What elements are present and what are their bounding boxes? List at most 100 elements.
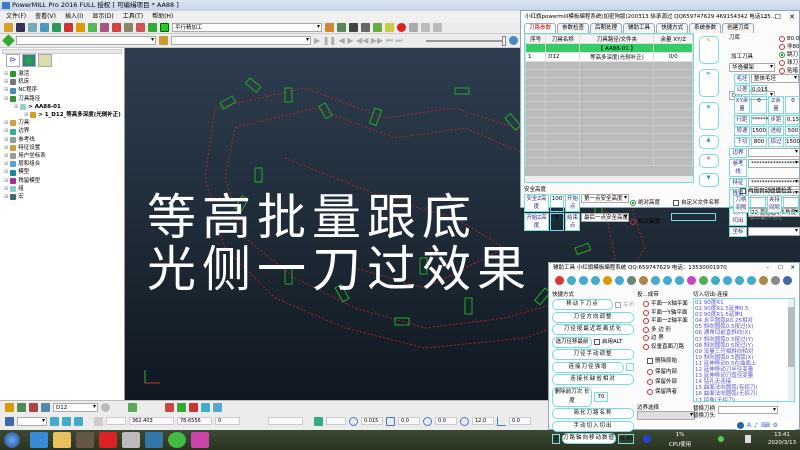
param-field[interactable]: 500 [785,126,800,136]
close-button[interactable]: ✕ [790,263,795,273]
vs-app-icon[interactable] [191,432,209,448]
expand-icon[interactable]: ⊞ [24,111,28,119]
column-header[interactable]: 刀具路径/文件夹 [579,34,655,44]
tool-type-radio[interactable]: 非80.0圆鼻刀 [779,43,800,51]
aux-tool-icon[interactable] [579,275,588,285]
leads-list[interactable]: 01 90度R1 02 90度R1.5延伸0.5 03 90度R1.5延伸1 04 水… [693,298,795,402]
table-row[interactable]: 【 AA88-01 】 [524,43,693,53]
tree-item[interactable]: ⊞ > 1_D12_等高多深度(光侧补正) [4,111,121,119]
safe-z-field[interactable]: 100 [550,194,564,212]
delete-button[interactable]: ✕ [699,154,719,168]
expand-icon[interactable]: ⊞ [4,152,8,160]
toolpath-select[interactable] [16,36,156,45]
quick-action-button[interactable]: 刀径手动调整 [552,349,634,360]
leads-list-scrollbar[interactable] [788,299,794,401]
tree-item[interactable]: ⊞ 机床 [4,78,121,86]
color-icon[interactable] [177,403,186,412]
snap-icon[interactable] [50,416,59,426]
custom-name-input[interactable] [671,213,717,221]
zoom-icon[interactable] [508,36,518,45]
delete-original-checkbox[interactable] [647,358,653,364]
aux-tool-icon[interactable] [555,275,564,285]
column-header[interactable]: 序号 [524,34,547,44]
tree-item[interactable]: ⊞ 参考线 [4,136,121,144]
pick-icon[interactable] [128,403,137,412]
panel-tab[interactable]: 系统参数 [689,23,722,33]
option-combo[interactable] [748,148,800,157]
aux-tool-icon[interactable] [771,275,780,285]
tool-library-combo[interactable]: 华逸模架 [729,63,775,72]
tree-item[interactable]: ⊞ 组 [4,185,121,193]
close-button[interactable]: ✕ [789,11,795,23]
tool-database-icon[interactable] [5,403,14,412]
flag-app-icon[interactable] [99,432,117,448]
powermill-taskbar-icon[interactable] [122,432,140,448]
strategy-combo[interactable]: 平行精加工 [172,23,322,32]
leads-icon[interactable] [88,23,97,32]
param-field[interactable]: 15000 [785,137,800,147]
window-app-icon[interactable] [145,432,163,448]
active-tool-combo[interactable]: D12 [53,403,98,412]
speed-slider[interactable] [425,35,506,46]
ime-punct-icon[interactable]: ♪ [754,422,758,429]
aux-tool-icon[interactable] [675,275,684,285]
tool-icon[interactable] [17,403,26,412]
menu-help[interactable]: 帮助(H) [152,11,173,22]
panel-tab[interactable]: 刀路参数 [524,23,557,33]
expand-icon[interactable]: ⊞ [4,127,8,135]
alt-checkbox[interactable]: 启用ALT [594,338,622,346]
network-tray-icon[interactable] [718,436,724,442]
column-header[interactable]: 刀具名称 [545,34,581,44]
replace-holder-combo[interactable] [718,406,779,414]
pattern-button[interactable]: ◈ [699,102,719,130]
aux-tool-icon[interactable] [747,275,756,285]
param-field[interactable]: 1500 [751,126,767,136]
column-header[interactable]: 余量 XY/Z [653,34,693,44]
tool-icon[interactable] [64,23,73,32]
angle-field[interactable]: 0.0 [509,417,531,425]
param-field[interactable]: 整体毛坯 [751,74,799,83]
param-field[interactable]: 0 [785,96,800,114]
explorer-icon[interactable] [53,432,71,448]
length-field[interactable]: 70 [594,391,608,402]
view-icon[interactable] [421,23,430,32]
menu-tools[interactable]: 工具(T) [123,11,143,22]
project-option-radio[interactable]: 多 边 形 [643,326,695,335]
quick-action-button[interactable]: 刀径按最近距离优化 [552,324,634,335]
aux-tool-icon[interactable] [651,275,660,285]
leads-list-item[interactable]: 17 掠角(无掠刀) [695,398,787,402]
tree-item[interactable]: ⊞ 用户坐标系 [4,152,121,160]
ie-icon[interactable] [30,432,48,448]
aux-tool-icon[interactable] [687,275,696,285]
recycle-tab-icon[interactable] [38,54,52,67]
panel-tab[interactable]: 快捷方式 [656,23,689,33]
clamp-gap-field[interactable] [783,195,799,213]
expand-icon[interactable]: ⊞ [4,185,8,193]
ime-toolbar[interactable]: A ♪ ⌨ ⚙ [735,420,797,430]
ime-logo-icon[interactable] [737,421,744,429]
table-row[interactable]: 1 D12 等高多深度(光侧补正) 0/0 [524,52,693,62]
aux-tool-icon[interactable] [663,275,672,285]
tree-item[interactable]: ⊞ NC程序 [4,86,121,94]
horizontal-scrollbar[interactable] [525,176,693,182]
minimize-button[interactable]: – [764,11,768,23]
expand-icon[interactable]: ⊞ [14,103,18,111]
expand-icon[interactable]: ⊞ [4,177,8,185]
boundary-select-combo[interactable] [637,411,695,420]
expand-icon[interactable]: ⊞ [4,95,8,103]
project-option-radio[interactable]: 平面一Y轴平面 [643,309,695,318]
aux-tool-icon[interactable] [567,275,576,285]
thickness-field[interactable]: 0.0 [398,417,420,425]
boundary-icon[interactable] [100,23,109,32]
measure-icon[interactable] [213,403,222,412]
param-field[interactable]: 0.015 [751,85,768,95]
quick-action-button[interactable]: 移动下刀点 [552,299,613,310]
ime-settings-icon[interactable]: ⚙ [773,422,778,429]
record-icon[interactable] [397,23,406,32]
green-app-icon[interactable] [168,432,186,448]
workplane-icon[interactable] [5,416,14,426]
tree-item[interactable]: ⊞ 激活 [4,70,121,78]
tree-item[interactable]: ⊞ 刀具 [4,119,121,127]
menu-insert[interactable]: 插入(I) [65,11,83,22]
save-icon[interactable] [16,23,25,32]
